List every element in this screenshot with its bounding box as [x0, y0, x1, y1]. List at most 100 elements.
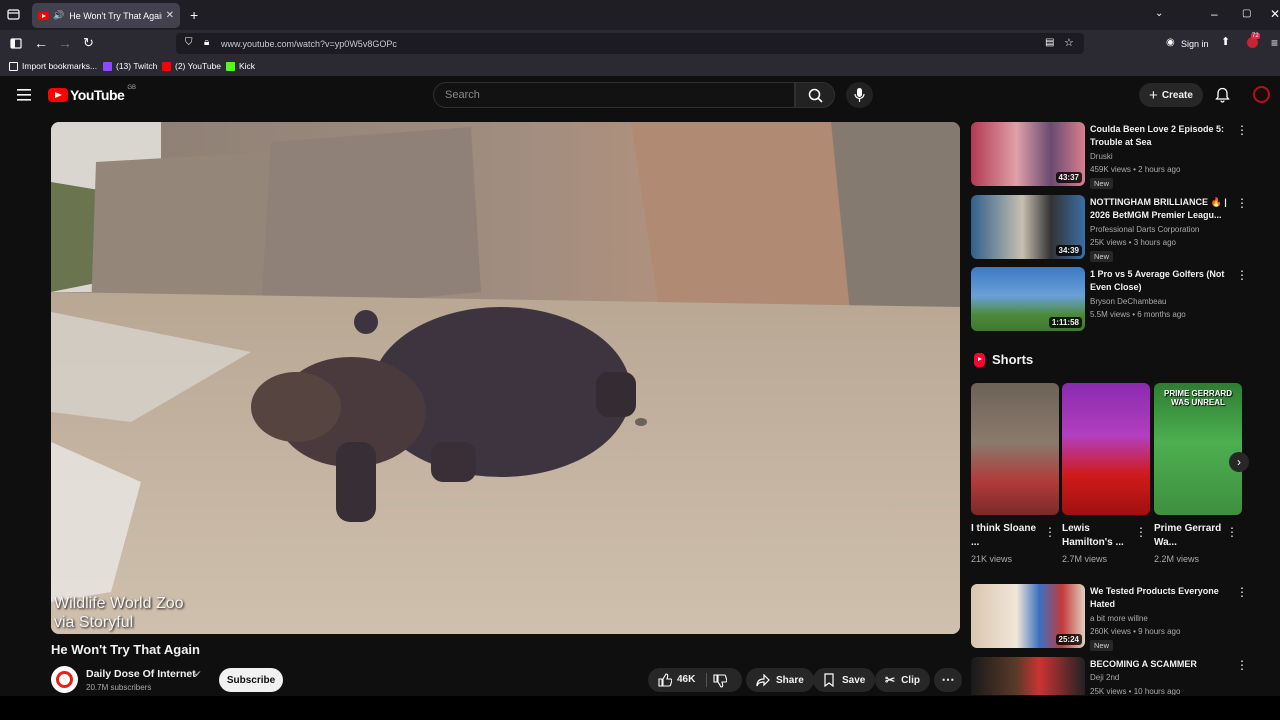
- shield-icon[interactable]: ⛉: [185, 37, 193, 48]
- voice-search-button[interactable]: [846, 82, 873, 108]
- bookmark-twitch[interactable]: (13) Twitch: [103, 61, 157, 71]
- maximize-icon[interactable]: ▢: [1242, 9, 1251, 19]
- divider: [706, 673, 707, 687]
- shorts-logo-icon: [974, 352, 985, 367]
- verified-icon: ✔: [194, 669, 202, 679]
- close-tab-icon[interactable]: ✕: [166, 10, 174, 21]
- video-player[interactable]: Wildlife World Zoo via Storyful: [51, 122, 960, 634]
- recommendation-meta: 5.5M views • 6 months ago: [1090, 310, 1186, 319]
- video-duration: 34:39: [1055, 245, 1082, 256]
- recommendation-title[interactable]: 1 Pro vs 5 Average Golfers (Not Even Clo…: [1090, 268, 1230, 294]
- recommendation-channel[interactable]: Deji 2nd: [1090, 673, 1119, 682]
- short-title[interactable]: Lewis Hamilton's ...: [1062, 522, 1130, 550]
- short-title[interactable]: I think Sloane ...: [971, 522, 1039, 550]
- share-button[interactable]: Share: [746, 668, 814, 692]
- more-vertical-icon[interactable]: ⋮: [1135, 525, 1147, 539]
- recommendation-channel[interactable]: Bryson DeChambeau: [1090, 297, 1166, 306]
- youtube-icon: [162, 61, 171, 71]
- short-thumbnail[interactable]: PRIME GERRARD WAS UNREAL: [1154, 383, 1242, 515]
- user-avatar[interactable]: [1253, 86, 1270, 103]
- bookmark-import[interactable]: Import bookmarks...: [9, 61, 97, 71]
- shorts-header: Shorts: [974, 352, 1033, 367]
- menu-icon[interactable]: ≡: [1271, 37, 1278, 49]
- video-thumbnail[interactable]: 34:39: [971, 195, 1085, 259]
- subscribe-button[interactable]: Subscribe: [219, 668, 283, 692]
- sidebar-toggle-icon[interactable]: [10, 38, 22, 51]
- recommendation-channel[interactable]: Professional Darts Corporation: [1090, 225, 1199, 234]
- speaker-icon[interactable]: 🔊: [53, 10, 64, 21]
- video-thumbnail[interactable]: 43:37: [971, 122, 1085, 186]
- clip-button[interactable]: ✂ Clip: [875, 668, 930, 692]
- taskbar-strip: [0, 696, 1280, 720]
- reload-icon[interactable]: ↻: [83, 36, 94, 49]
- shorts-next-button[interactable]: ›: [1229, 452, 1249, 472]
- dislike-button[interactable]: [713, 674, 728, 691]
- create-button[interactable]: + Create: [1139, 83, 1203, 107]
- close-window-icon[interactable]: ✕: [1270, 8, 1280, 20]
- import-icon: [9, 61, 18, 71]
- recommendation-meta: 260K views • 9 hours ago: [1090, 627, 1181, 636]
- video-thumbnail[interactable]: [971, 657, 1085, 695]
- search-button[interactable]: [795, 82, 835, 108]
- more-vertical-icon[interactable]: ⋮: [1236, 659, 1248, 671]
- recommendation-channel[interactable]: Druski: [1090, 152, 1113, 161]
- new-tab-icon[interactable]: +: [190, 8, 198, 22]
- save-button[interactable]: Save: [813, 668, 876, 692]
- channel-name[interactable]: Daily Dose Of Internet: [86, 668, 196, 680]
- reader-view-icon[interactable]: ▤: [1045, 37, 1054, 48]
- notifications-bell-icon[interactable]: [1215, 87, 1230, 108]
- like-button[interactable]: [658, 673, 673, 690]
- video-thumbnail[interactable]: 25:24: [971, 584, 1085, 648]
- more-actions-button[interactable]: ⋯: [934, 668, 962, 692]
- recommendation-title[interactable]: We Tested Products Everyone Hated: [1090, 585, 1230, 611]
- extensions-icon[interactable]: ⬆: [1221, 37, 1230, 48]
- extension-badge: 72: [1251, 33, 1260, 39]
- recommendation-item[interactable]: 1:11:58 1 Pro vs 5 Average Golfers (Not …: [971, 267, 1261, 333]
- recommendation-title[interactable]: NOTTINGHAM BRILLIANCE 🔥 | 2026 BetMGM Pr…: [1090, 196, 1230, 222]
- recommendation-channel[interactable]: a bit more willne: [1090, 614, 1148, 623]
- recommendation-title[interactable]: BECOMING A SCAMMER: [1090, 658, 1230, 671]
- minimize-icon[interactable]: –: [1211, 8, 1218, 20]
- subscriber-count: 20.7M subscribers: [86, 683, 152, 692]
- more-vertical-icon[interactable]: ⋮: [1236, 586, 1248, 598]
- search-input[interactable]: Search: [433, 82, 795, 108]
- bookmark-star-icon[interactable]: ☆: [1064, 36, 1074, 49]
- recommendation-item[interactable]: 34:39 NOTTINGHAM BRILLIANCE 🔥 | 2026 Bet…: [971, 195, 1261, 262]
- video-duration: 43:37: [1055, 172, 1082, 183]
- more-vertical-icon[interactable]: ⋮: [1226, 525, 1238, 539]
- channel-avatar[interactable]: [51, 666, 78, 693]
- like-dislike-group: 46K: [648, 668, 742, 692]
- lock-icon[interactable]: 🔒︎: [204, 37, 209, 48]
- url-bar[interactable]: ⛉ 🔒︎ www.youtube.com/watch?v=yp0W5v8GOPc…: [176, 33, 1084, 54]
- video-watermark-caption: Wildlife World Zoo via Storyful: [54, 595, 184, 631]
- account-icon[interactable]: ◉: [1166, 38, 1175, 48]
- back-icon[interactable]: ←: [34, 36, 48, 50]
- short-views: 2.7M views: [1062, 554, 1108, 564]
- recommendation-item[interactable]: BECOMING A SCAMMER Deji 2nd 25K views • …: [971, 657, 1261, 695]
- recommendation-item[interactable]: 25:24 We Tested Products Everyone Hated …: [971, 584, 1261, 651]
- short-title[interactable]: Prime Gerrard Wa...: [1154, 522, 1222, 550]
- twitch-icon: [103, 61, 112, 71]
- kick-icon: [226, 61, 235, 71]
- tab-list-icon[interactable]: [7, 9, 20, 22]
- more-vertical-icon[interactable]: ⋮: [1236, 197, 1248, 209]
- recommendation-title[interactable]: Coulda Been Love 2 Episode 5: Trouble at…: [1090, 123, 1230, 149]
- short-thumbnail[interactable]: [971, 383, 1059, 515]
- video-thumbnail[interactable]: 1:11:58: [971, 267, 1085, 331]
- more-vertical-icon[interactable]: ⋮: [1236, 269, 1248, 281]
- more-vertical-icon[interactable]: ⋮: [1044, 525, 1056, 539]
- more-vertical-icon[interactable]: ⋮: [1236, 124, 1248, 136]
- hamburger-menu-icon[interactable]: [17, 88, 31, 106]
- browser-tab-active[interactable]: 🔊 He Won't Try That Again - Y ✕: [32, 3, 180, 28]
- bookmark-kick[interactable]: Kick: [226, 61, 255, 71]
- url-text[interactable]: www.youtube.com/watch?v=yp0W5v8GOPc: [221, 39, 397, 49]
- short-thumbnail[interactable]: [1062, 383, 1150, 515]
- sign-in-link[interactable]: Sign in: [1181, 39, 1209, 49]
- chevron-down-icon[interactable]: ⌄: [1155, 9, 1163, 19]
- bookmark-youtube[interactable]: (2) YouTube: [162, 61, 221, 71]
- forward-icon[interactable]: →: [58, 36, 72, 50]
- browser-tab-bar: 🔊 He Won't Try That Again - Y ✕ + ⌄ – ▢ …: [0, 0, 1280, 30]
- video-duration: 25:24: [1055, 634, 1082, 645]
- recommendation-item[interactable]: 43:37 Coulda Been Love 2 Episode 5: Trou…: [971, 122, 1261, 189]
- youtube-logo[interactable]: YouTube GB: [48, 85, 136, 103]
